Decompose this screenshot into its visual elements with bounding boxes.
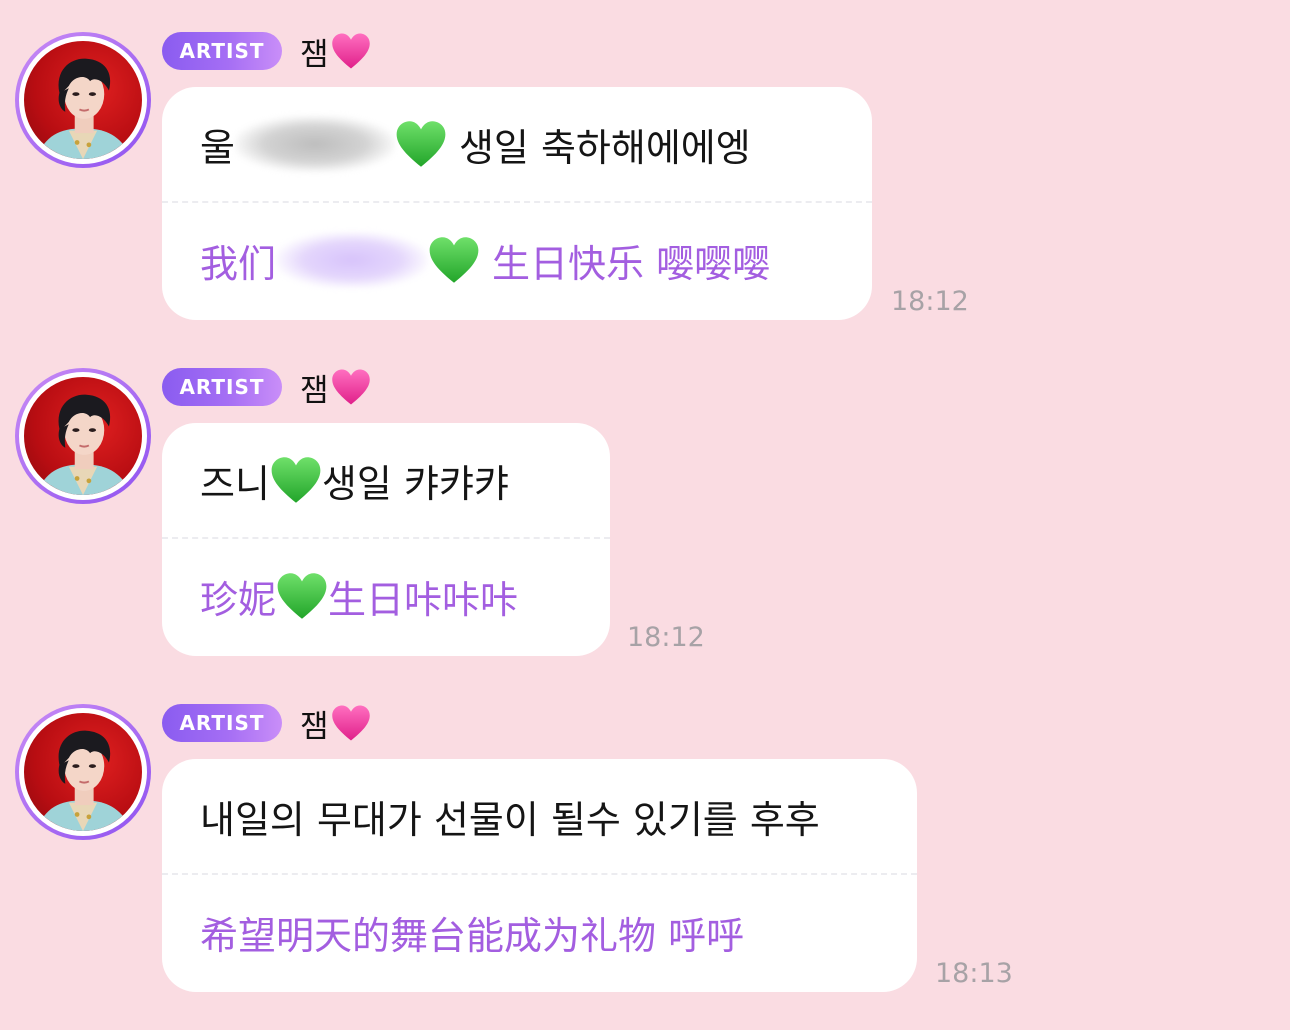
green-heart-icon — [395, 119, 447, 169]
portrait-image — [24, 377, 142, 495]
message-bubble[interactable]: 내일의 무대가 선물이 될수 있기를 후후 希望明天的舞台能成为礼物 呼呼 — [162, 759, 917, 992]
translation-text-line: 希望明天的舞台能成为礼物 呼呼 — [200, 902, 897, 962]
portrait-image — [24, 41, 142, 159]
artist-avatar[interactable] — [15, 32, 151, 168]
translation-text-line: 我们 生日快乐 嘤嘤嘤 — [200, 230, 852, 290]
green-heart-icon — [276, 571, 328, 621]
sender-name[interactable]: 잼 — [300, 29, 371, 73]
green-heart-icon — [428, 235, 480, 285]
artist-avatar[interactable] — [15, 704, 151, 840]
message-bubble[interactable]: 울 생일 축하해에에엥 我们 生日快乐 嘤嘤嘤 — [162, 87, 872, 320]
artist-avatar[interactable] — [15, 368, 151, 504]
avatar-photo — [19, 708, 147, 836]
translation-divider — [162, 201, 872, 203]
sender-name-text: 잼 — [300, 36, 329, 73]
blurred-name-redaction — [234, 116, 395, 172]
avatar-photo — [19, 372, 147, 500]
korean-text-part: 울 — [200, 125, 235, 170]
korean-text-part: 생일 캬캬캬 — [321, 461, 509, 506]
timestamp: 18:13 — [935, 958, 1013, 989]
korean-text-part: 즈니 — [200, 461, 270, 506]
translation-text: 希望明天的舞台能成为礼物 呼呼 — [200, 913, 745, 958]
korean-text: 내일의 무대가 선물이 될수 있기를 후후 — [200, 797, 820, 842]
korean-text-line: 울 생일 축하해에에엥 — [200, 114, 852, 174]
pink-heart-icon — [331, 703, 371, 743]
artist-badge: ARTIST — [162, 704, 282, 742]
translation-text-part: 生日咔咔咔 — [328, 577, 519, 622]
timestamp: 18:12 — [627, 622, 705, 653]
avatar-photo — [19, 36, 147, 164]
artist-badge: ARTIST — [162, 32, 282, 70]
translation-divider — [162, 873, 917, 875]
blurred-name-redaction — [276, 232, 429, 288]
pink-heart-icon — [331, 367, 371, 407]
translation-text-part: 珍妮 — [200, 577, 277, 622]
message-bubble[interactable]: 즈니 생일 캬캬캬 珍妮 生日咔咔咔 — [162, 423, 610, 656]
pink-heart-icon — [331, 31, 371, 71]
sender-name[interactable]: 잼 — [300, 365, 371, 409]
translation-divider — [162, 537, 610, 539]
korean-text-line: 내일의 무대가 선물이 될수 있기를 후후 — [200, 786, 897, 846]
timestamp: 18:12 — [891, 286, 969, 317]
artist-badge: ARTIST — [162, 368, 282, 406]
korean-text-part: 생일 축하해에에엥 — [458, 125, 751, 170]
portrait-image — [24, 713, 142, 831]
sender-name-text: 잼 — [300, 708, 329, 745]
translation-text-line: 珍妮 生日咔咔咔 — [200, 566, 590, 626]
green-heart-icon — [270, 455, 322, 505]
sender-name-text: 잼 — [300, 372, 329, 409]
translation-text-part: 生日快乐 嘤嘤嘤 — [492, 241, 771, 286]
translation-text-part: 我们 — [200, 241, 277, 286]
korean-text-line: 즈니 생일 캬캬캬 — [200, 450, 590, 510]
sender-name[interactable]: 잼 — [300, 701, 371, 745]
